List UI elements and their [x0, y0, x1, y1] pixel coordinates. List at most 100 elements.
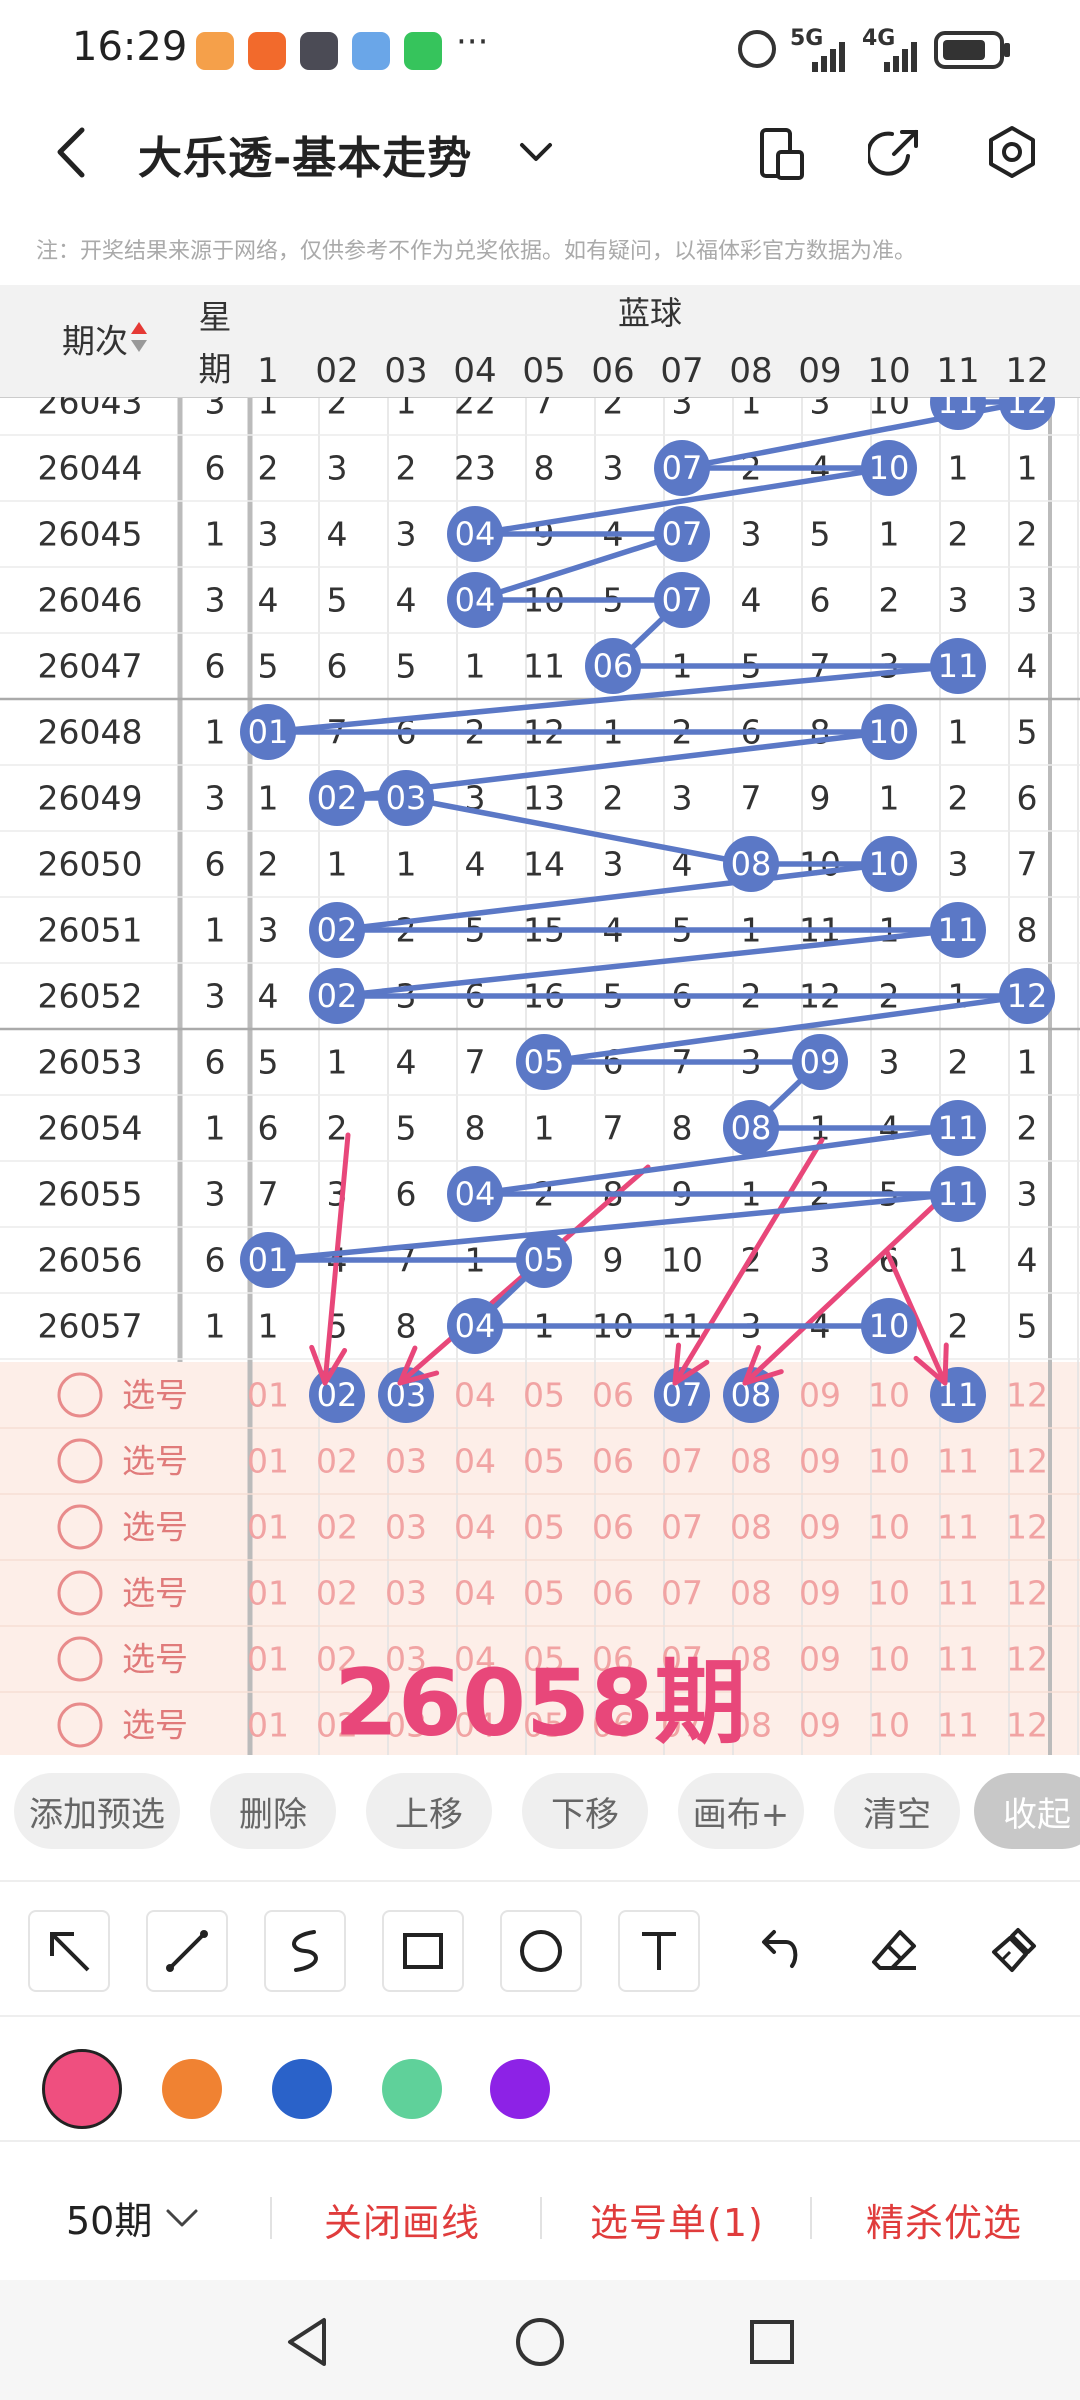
curve-tool-icon — [292, 1930, 318, 1972]
row-cell: 7 — [465, 1043, 486, 1082]
back-icon[interactable] — [50, 125, 90, 180]
pick-number: 09 — [799, 1574, 841, 1613]
row-cell: 11 — [523, 647, 565, 686]
row-cell: 3 — [948, 845, 969, 884]
pick-number: 03 — [385, 1442, 427, 1481]
undo-tool[interactable] — [736, 1910, 818, 1992]
clear-brush-tool[interactable] — [972, 1910, 1054, 1992]
row-week: 6 — [205, 449, 226, 488]
best-pick-button[interactable]: 精杀优选 — [866, 2192, 1022, 2247]
share-icon[interactable] — [868, 126, 922, 180]
row-cell: 9 — [603, 1241, 624, 1280]
pick-number: 04 — [454, 1508, 496, 1547]
pick-label: 选号 — [122, 1706, 188, 1745]
row-cell: 4 — [258, 581, 279, 620]
column-header-number: 06 — [591, 351, 634, 391]
color-swatch-pink[interactable] — [42, 2049, 122, 2129]
move-down-button[interactable]: 下移 — [522, 1773, 648, 1849]
system-nav-bar — [0, 2280, 1080, 2400]
annotation-arrow — [742, 1195, 945, 1386]
row-week: 3 — [205, 977, 226, 1016]
chevron-down-icon[interactable] — [518, 140, 554, 164]
row-week: 1 — [205, 515, 226, 554]
clear-button[interactable]: 清空 — [834, 1773, 960, 1849]
nav-home-icon[interactable] — [512, 2314, 568, 2370]
row-cell: 2 — [396, 449, 417, 488]
text-tool[interactable] — [618, 1910, 700, 1992]
row-cell: 5 — [327, 581, 348, 620]
color-swatch-orange[interactable] — [162, 2059, 222, 2119]
row-cell: 8 — [672, 1109, 693, 1148]
row-issue: 26055 — [38, 1175, 143, 1214]
row-cell: 4 — [741, 581, 762, 620]
pick-number: 05 — [523, 1376, 565, 1415]
pick-number: 04 — [454, 1574, 496, 1613]
row-issue: 26046 — [38, 581, 143, 620]
pick-list-button[interactable]: 选号单(1) — [590, 2192, 764, 2247]
arrow-tool[interactable] — [28, 1910, 110, 1992]
delete-button[interactable]: 删除 — [210, 1773, 336, 1849]
pick-number: 12 — [1006, 1706, 1048, 1745]
pick-number: 05 — [523, 1508, 565, 1547]
row-cell: 1 — [258, 779, 279, 818]
row-cell: 1 — [1017, 1043, 1038, 1082]
hit-number: 10 — [869, 713, 910, 751]
pick-number: 05 — [523, 1574, 565, 1613]
add-canvas-button[interactable]: 画布+ — [678, 1773, 804, 1849]
hit-number: 08 — [731, 1109, 772, 1147]
column-header-number: 02 — [315, 351, 358, 391]
device-icon[interactable] — [758, 126, 808, 182]
pick-number: 06 — [592, 1574, 634, 1613]
period-selector[interactable]: 50期 — [66, 2190, 202, 2245]
row-cell: 2 — [879, 581, 900, 620]
hit-number: 04 — [455, 1175, 496, 1213]
app-bar: 大乐透-基本走势 — [0, 100, 1080, 205]
row-cell: 4 — [396, 581, 417, 620]
nav-back-icon[interactable] — [282, 2314, 332, 2370]
circle-tool[interactable] — [500, 1910, 582, 1992]
row-cell: 6 — [810, 581, 831, 620]
row-week: 3 — [205, 779, 226, 818]
hit-number: 11 — [938, 1175, 979, 1213]
hit-number: 03 — [386, 779, 427, 817]
row-cell: 3 — [258, 911, 279, 950]
pick-number: 06 — [592, 1508, 634, 1547]
move-up-button[interactable]: 上移 — [366, 1773, 492, 1849]
hit-number: 11 — [938, 1109, 979, 1147]
status-bar: 16:29 ··· 5G 4G — [0, 0, 1080, 100]
trend-chart[interactable]: 2604331212272313101112260446232238324112… — [0, 285, 1080, 1755]
row-week: 6 — [205, 845, 226, 884]
row-cell: 6 — [258, 1109, 279, 1148]
collapse-button[interactable]: 收起 — [974, 1773, 1080, 1849]
pick-label: 选号 — [122, 1508, 188, 1547]
pick-number: 10 — [868, 1508, 910, 1547]
add-preselect-button[interactable]: 添加预选 — [14, 1773, 180, 1849]
color-swatch-purple[interactable] — [490, 2059, 550, 2119]
color-palette — [0, 2015, 1080, 2140]
row-week: 1 — [205, 911, 226, 950]
color-swatch-green[interactable] — [382, 2059, 442, 2119]
close-drawing-button[interactable]: 关闭画线 — [324, 2192, 480, 2247]
eraser-tool[interactable] — [854, 1910, 936, 1992]
hit-number: 04 — [455, 1307, 496, 1345]
pick-number: 07 — [661, 1442, 703, 1481]
hit-number: 04 — [455, 581, 496, 619]
overlay-period-text: 26058期 — [334, 1650, 746, 1756]
row-cell: 2 — [1017, 1109, 1038, 1148]
rectangle-tool[interactable] — [382, 1910, 464, 1992]
pick-number: 10 — [868, 1442, 910, 1481]
line-tool[interactable] — [146, 1910, 228, 1992]
hit-number: 08 — [731, 845, 772, 883]
curve-tool[interactable] — [264, 1910, 346, 1992]
wechat-icon — [404, 32, 442, 70]
nav-recents-icon[interactable] — [746, 2316, 798, 2368]
row-week: 6 — [205, 647, 226, 686]
undo-icon — [762, 1930, 798, 1968]
row-cell: 4 — [1017, 1241, 1038, 1280]
color-swatch-blue[interactable] — [272, 2059, 332, 2119]
row-cell: 1 — [948, 713, 969, 752]
row-cell: 1 — [948, 1241, 969, 1280]
pick-label: 选号 — [122, 1376, 188, 1415]
settings-icon[interactable] — [984, 124, 1040, 180]
action-bar: 添加预选 删除 上移 下移 画布+ 清空 收起 — [0, 1755, 1080, 1865]
